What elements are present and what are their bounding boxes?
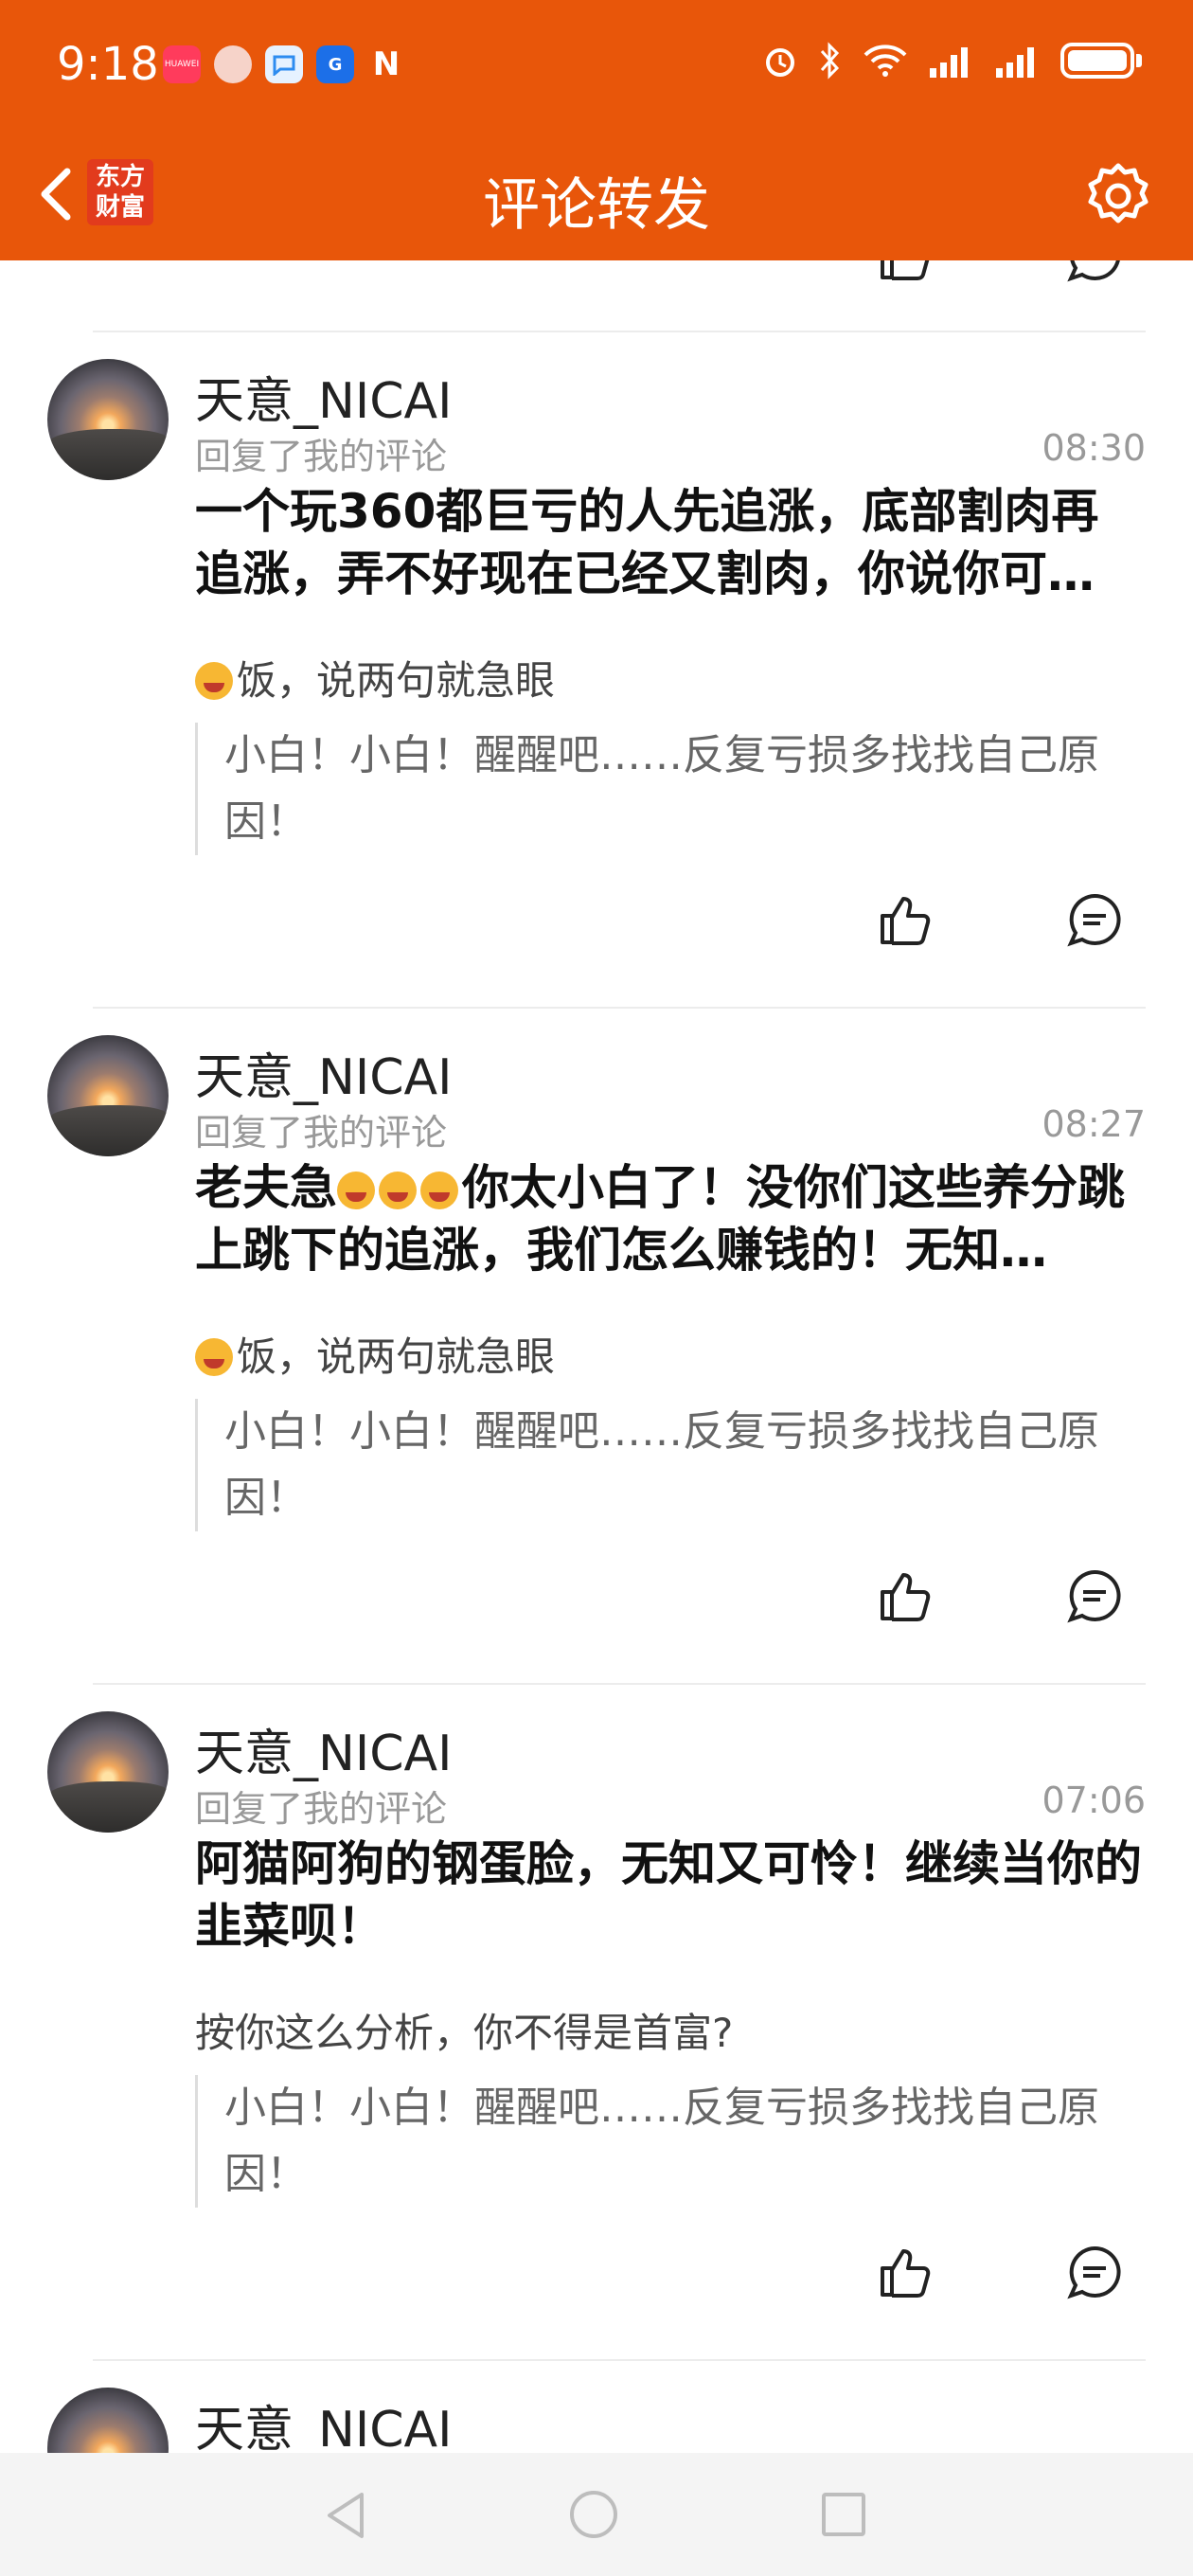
divider xyxy=(93,1683,1146,1685)
browser-app-icon: G xyxy=(316,45,354,83)
divider xyxy=(93,2359,1146,2361)
nav-back-icon[interactable] xyxy=(322,2489,369,2542)
page-title: 评论转发 xyxy=(483,172,710,239)
comment-body[interactable]: 阿猫阿狗的钢蛋脸，无知又可怜！继续当你的韭菜呗！ xyxy=(195,1833,1142,1958)
reply-button[interactable] xyxy=(1060,886,1129,954)
avatar[interactable] xyxy=(47,359,169,480)
quoted-comment[interactable]: 小白！小白！醒醒吧……反复亏损多找找自己原因！ xyxy=(195,723,1142,855)
divider xyxy=(93,1007,1146,1009)
my-comment-text: 按你这么分析，你不得是首富? xyxy=(195,2010,734,2056)
alarm-icon xyxy=(766,48,794,77)
status-app-icons: HUAWEI G N xyxy=(163,45,405,83)
laughing-emoji-icon xyxy=(195,662,233,700)
status-bar: 9:18 HUAWEI G N xyxy=(0,0,1193,133)
gear-icon xyxy=(1088,163,1148,224)
like-button[interactable] xyxy=(871,260,939,289)
battery-tip xyxy=(1136,54,1142,67)
signal-icon xyxy=(930,47,968,78)
thumbs-up-icon xyxy=(881,260,930,280)
my-comment-label: 饭，说两句就急眼 xyxy=(237,1333,556,1380)
nfc-icon: N xyxy=(372,45,401,83)
comment-icon xyxy=(1067,260,1120,282)
avatar-app-icon xyxy=(214,45,252,83)
battery-icon xyxy=(1060,43,1134,79)
reply-button[interactable] xyxy=(1060,2238,1129,2306)
like-button[interactable] xyxy=(871,1562,939,1630)
my-comment-label: 饭，说两句就急眼 xyxy=(237,657,556,704)
comment-body[interactable]: 一个玩360都巨亏的人先追涨，底部割肉再追涨，弄不好现在已经又割肉，你说你可… xyxy=(195,480,1142,605)
comment-icon xyxy=(1067,2245,1121,2299)
quoted-comment[interactable]: 小白！小白！醒醒吧……反复亏损多找找自己原因！ xyxy=(195,2075,1142,2208)
chat-app-icon xyxy=(265,45,303,83)
username[interactable]: 天意_NICAI xyxy=(195,361,452,432)
comment-feed[interactable]: 天意_NICAI 回复了我的评论 08:30 一个玩360都巨亏的人先追涨，底部… xyxy=(0,260,1193,2453)
reply-button[interactable] xyxy=(1060,260,1129,289)
bluetooth-icon xyxy=(820,42,840,80)
comment-time: 07:06 xyxy=(1042,1780,1146,1821)
my-comment-text: 饭，说两句就急眼 xyxy=(195,649,555,707)
status-right-icons xyxy=(761,42,1142,80)
avatar[interactable] xyxy=(47,1711,169,1833)
comment-time: 08:27 xyxy=(1042,1103,1146,1145)
comment-icon xyxy=(1067,1569,1121,1623)
username[interactable]: 天意_NICAI xyxy=(195,1713,452,1784)
divider xyxy=(93,331,1146,332)
system-nav-bar xyxy=(0,2453,1193,2576)
nav-recents-icon[interactable] xyxy=(822,2493,865,2536)
signal-icon xyxy=(996,47,1034,78)
comment-time: 08:30 xyxy=(1042,427,1146,469)
username[interactable]: 天意_NICAI xyxy=(195,2389,452,2453)
laughing-emoji-icon xyxy=(195,1338,233,1376)
avatar[interactable] xyxy=(47,2388,169,2453)
comment-icon xyxy=(1067,893,1121,947)
settings-button[interactable] xyxy=(1081,159,1155,233)
avatar[interactable] xyxy=(47,1035,169,1156)
like-button[interactable] xyxy=(871,886,939,954)
quoted-comment[interactable]: 小白！小白！醒醒吧……反复亏损多找找自己原因！ xyxy=(195,1399,1142,1531)
crying-laugh-emoji-icon xyxy=(379,1172,417,1209)
crying-laugh-emoji-icon xyxy=(420,1172,458,1209)
app-header: 东方 财富 评论转发 xyxy=(0,133,1193,260)
reply-subtitle: 回复了我的评论 xyxy=(195,436,448,477)
username[interactable]: 天意_NICAI xyxy=(195,1037,452,1108)
thumbs-up-icon xyxy=(881,1573,931,1621)
reply-subtitle: 回复了我的评论 xyxy=(195,1788,448,1830)
nav-home-icon[interactable] xyxy=(570,2491,617,2538)
thumbs-up-icon xyxy=(881,897,931,945)
crying-laugh-emoji-icon xyxy=(337,1172,375,1209)
wifi-icon xyxy=(864,45,907,77)
status-time: 9:18 xyxy=(57,38,159,91)
my-comment-text: 饭，说两句就急眼 xyxy=(195,1325,555,1383)
comment-body-prefix: 老夫急 xyxy=(195,1160,337,1215)
thumbs-up-icon xyxy=(881,2249,931,2298)
like-button[interactable] xyxy=(871,2238,939,2306)
reply-button[interactable] xyxy=(1060,1562,1129,1630)
comment-body[interactable]: 老夫急 你太小白了！没你们这些养分跳上跳下的追涨，我们怎么赚钱的！无知… xyxy=(195,1156,1142,1281)
reply-subtitle: 回复了我的评论 xyxy=(195,1112,448,1154)
huawei-icon: HUAWEI xyxy=(163,45,201,83)
